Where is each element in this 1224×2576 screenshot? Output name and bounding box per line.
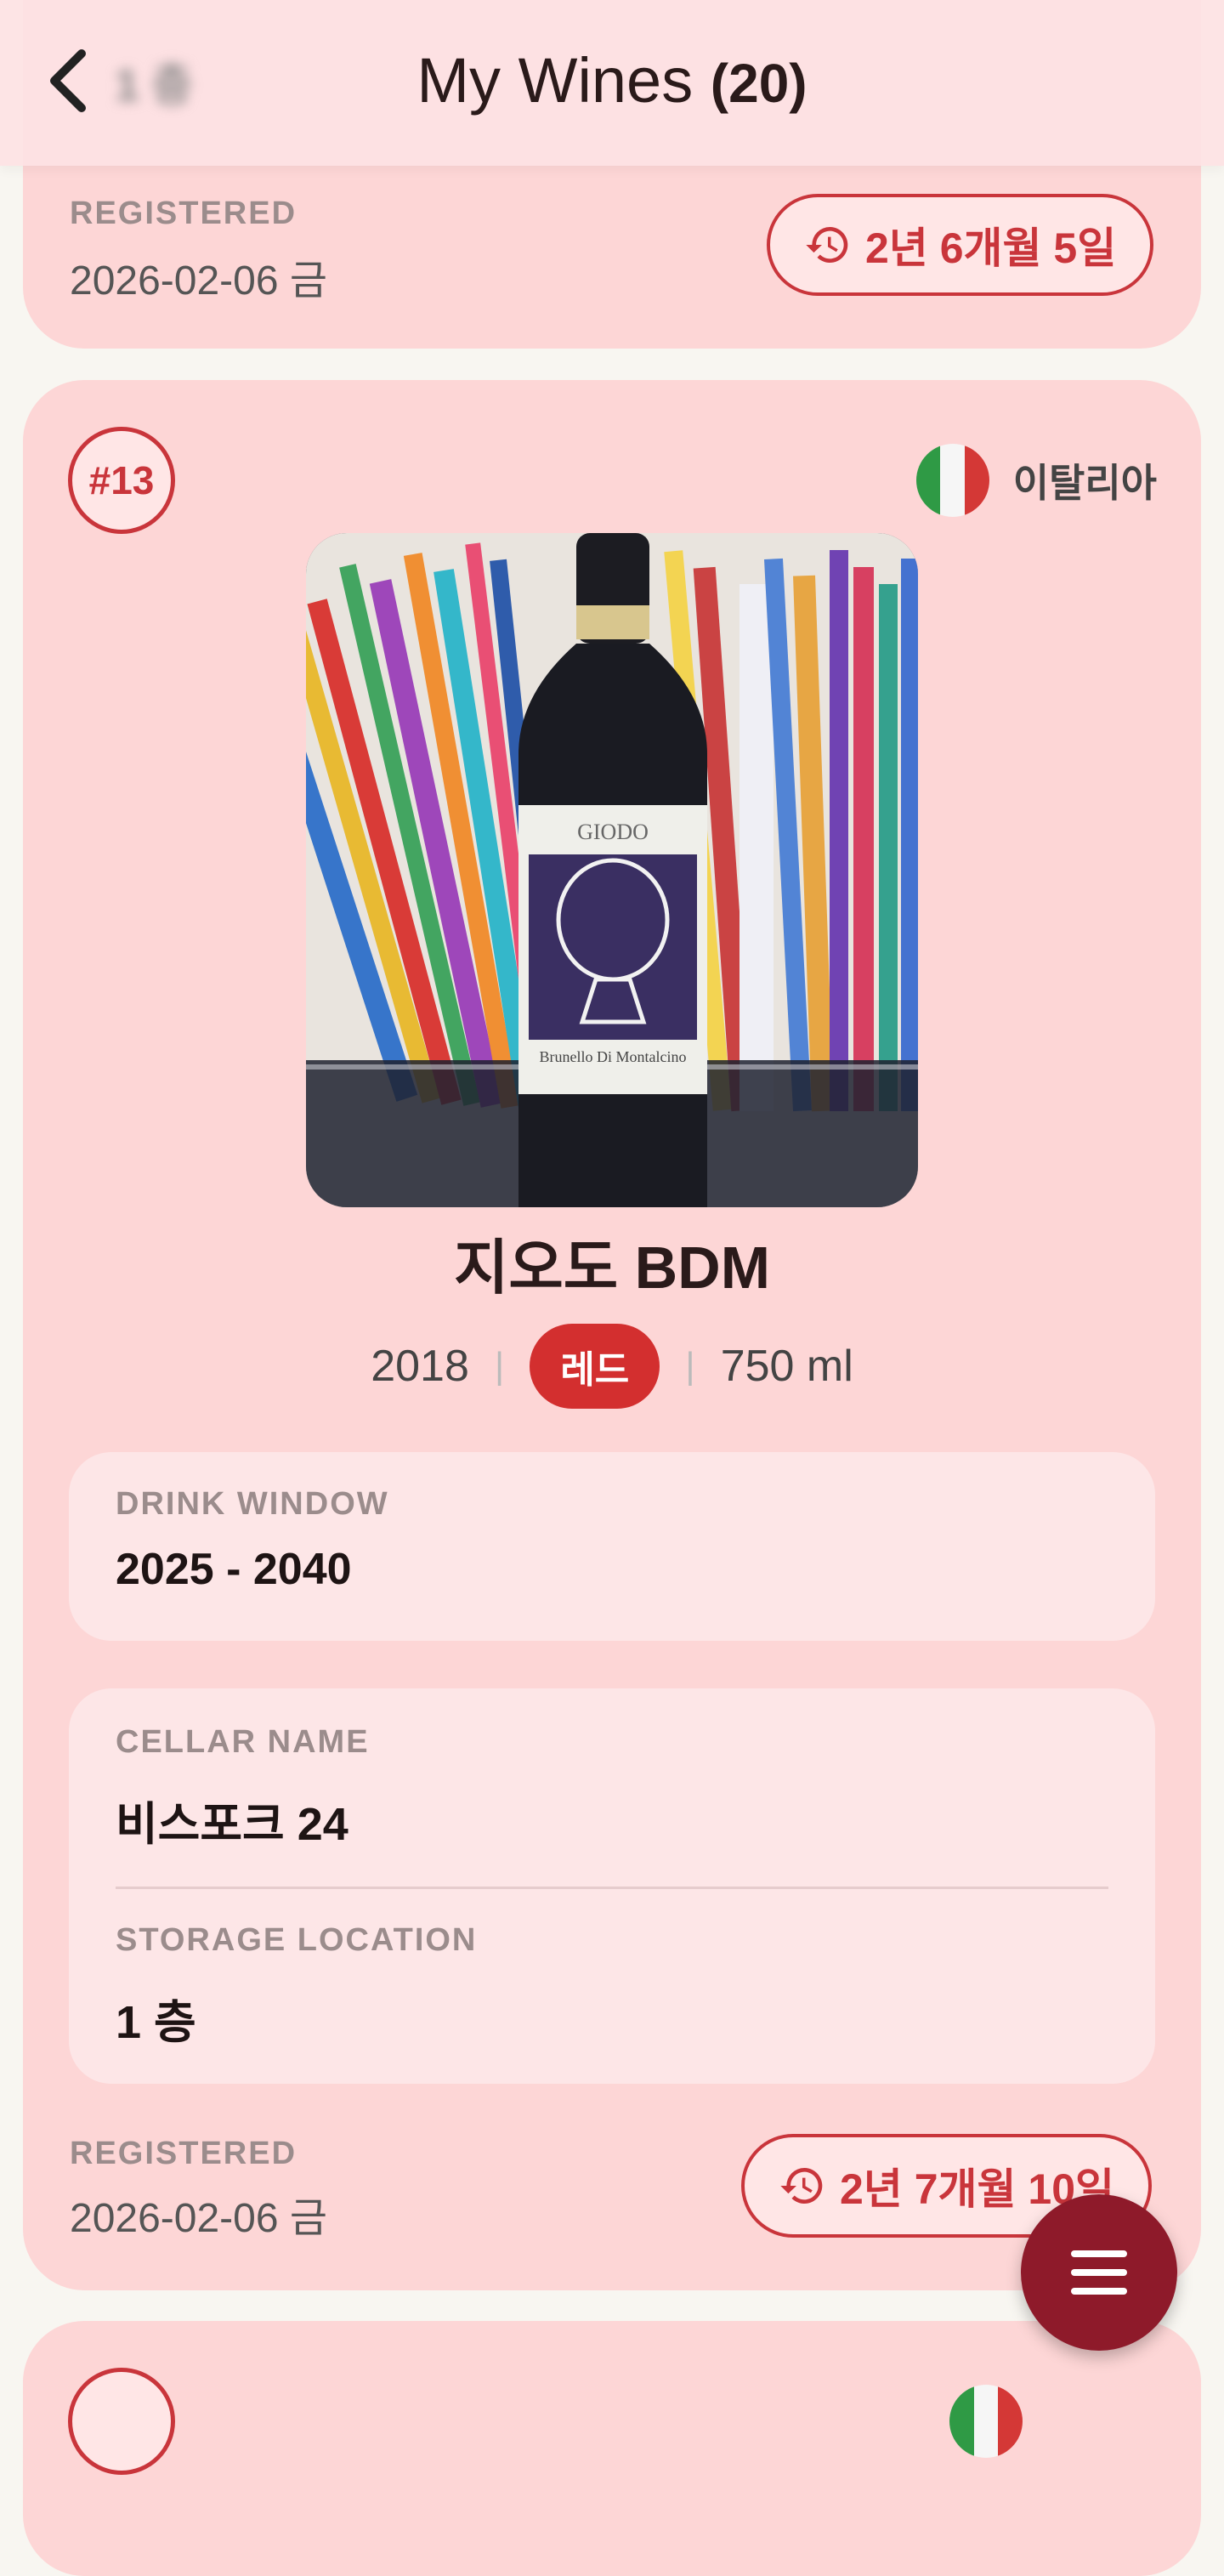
wine-name: 지오도 BDM [453, 1234, 771, 1301]
registered-label: REGISTERED [70, 2136, 298, 2171]
divider [116, 1887, 1108, 1889]
storage-location-label: STORAGE LOCATION [116, 1922, 478, 1958]
wine-card-next[interactable] [23, 2321, 1201, 2576]
bottle-label-name: Brunello Di Montalcino [540, 1048, 687, 1065]
age-badge: 2년 6개월 5일 [767, 194, 1154, 296]
wine-photo[interactable]: GIODO Brunello Di Montalcino [306, 533, 918, 1207]
cellar-name-value: 비스포크 24 [116, 1799, 348, 1850]
bottle-label-brand: GIODO [577, 820, 649, 844]
history-icon [806, 227, 848, 263]
wine-count: (20) [710, 53, 808, 114]
drink-window-label: DRINK WINDOW [116, 1486, 389, 1522]
separator: | [494, 1345, 505, 1387]
drink-window-value: 2025 - 2040 [116, 1545, 352, 1594]
cellar-name-label: CELLAR NAME [116, 1724, 370, 1760]
storage-location-value: 1 층 [116, 1997, 196, 2048]
history-icon [780, 2168, 823, 2204]
menu-fab[interactable] [1021, 2194, 1177, 2351]
country: 이탈리아 [915, 444, 1157, 517]
wine-type-badge: 레드 [530, 1324, 660, 1409]
wine-number-badge: #13 [68, 427, 175, 534]
separator: | [685, 1345, 695, 1387]
hamburger-menu-icon [1071, 2250, 1127, 2295]
italy-flag-icon [949, 2385, 1023, 2458]
app-header: 1 층 My Wines (20) [0, 0, 1224, 166]
wine-card[interactable]: #13 이탈리아 GIODO Brunello Di Montalcino 지오… [23, 380, 1201, 2290]
wine-photo-image: GIODO Brunello Di Montalcino [306, 533, 918, 1207]
registered-label: REGISTERED [70, 196, 298, 231]
registered-date: 2026-02-06 금 [70, 258, 328, 304]
cellar-box: CELLAR NAME 비스포크 24 STORAGE LOCATION 1 층 [69, 1688, 1155, 2084]
drink-window-box: DRINK WINDOW 2025 - 2040 [69, 1452, 1155, 1641]
registered-date: 2026-02-06 금 [70, 2196, 328, 2241]
volume: 750 ml [720, 1342, 853, 1391]
wine-meta: 2018 | 레드 | 750 ml [23, 1324, 1201, 1409]
page-title: My Wines (20) [416, 45, 808, 116]
vintage: 2018 [371, 1342, 469, 1391]
wine-number-badge [68, 2368, 175, 2475]
italy-flag-icon [915, 444, 989, 517]
